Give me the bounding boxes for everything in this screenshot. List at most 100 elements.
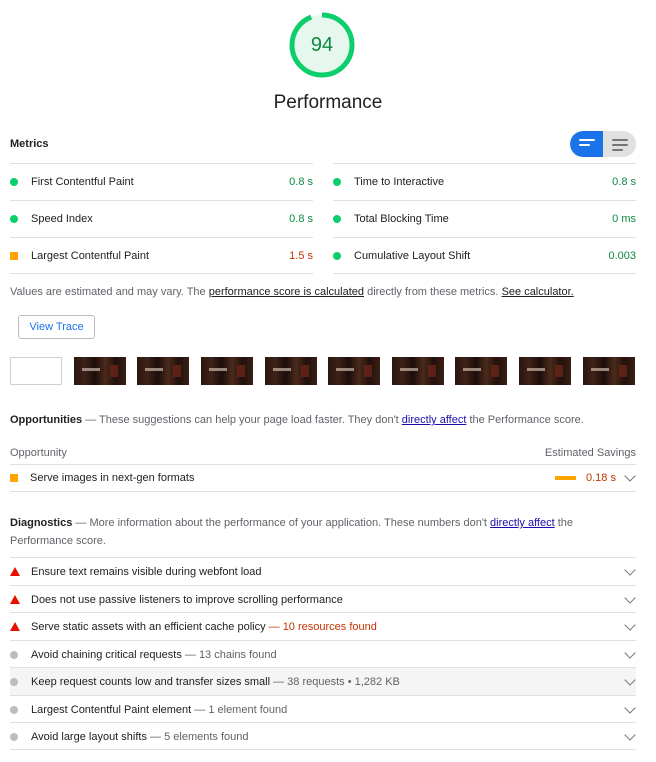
fail-triangle-icon xyxy=(10,594,20,604)
chevron-down-icon[interactable] xyxy=(624,674,636,686)
filmstrip-frame xyxy=(519,357,571,385)
chevron-down-icon[interactable] xyxy=(624,470,636,482)
metric-value: 0.8 s xyxy=(612,176,636,188)
diagnostic-row[interactable]: Largest Contentful Paint element — 1 ele… xyxy=(10,694,636,723)
fail-triangle-icon xyxy=(10,567,20,576)
performance-score: 94 xyxy=(310,34,334,56)
diagnostics-header: Diagnostics — More information about the… xyxy=(10,514,610,550)
chevron-down-icon[interactable] xyxy=(624,619,636,631)
info-circle-icon xyxy=(10,705,18,714)
diagnostics-title: Diagnostics xyxy=(10,517,73,529)
savings-value: 0.18 s xyxy=(586,472,616,484)
diagnostic-label: Keep request counts low and transfer siz… xyxy=(31,676,271,688)
chevron-down-icon[interactable] xyxy=(624,564,636,576)
metric-row: Largest Contentful Paint 1.5 s xyxy=(10,237,313,274)
diagnostic-detail: — 13 chains found xyxy=(181,648,277,661)
diagnostic-row[interactable]: Serve static assets with an efficient ca… xyxy=(10,612,636,640)
metric-value: 0.8 s xyxy=(289,213,313,225)
opportunity-column-header: Opportunity xyxy=(10,447,67,459)
diagnostics-description: — More information about the performance… xyxy=(72,517,491,529)
diagnostic-label: Avoid large layout shifts xyxy=(31,731,147,743)
info-circle-icon xyxy=(10,650,18,659)
diagnostic-row[interactable]: Avoid chaining critical requests — 13 ch… xyxy=(10,639,636,668)
diagnostic-text: Ensure text remains visible during webfo… xyxy=(31,566,262,578)
diagnostic-detail: — 10 resources found xyxy=(265,621,377,633)
metric-value: 0.003 xyxy=(608,250,636,262)
metric-value: 1.5 s xyxy=(289,250,313,262)
filmstrip-frame xyxy=(583,357,635,385)
filmstrip xyxy=(10,357,636,385)
diagnostic-text: Avoid chaining critical requests — 13 ch… xyxy=(31,649,277,661)
metric-row: First Contentful Paint 0.8 s xyxy=(10,163,313,200)
metric-row: Total Blocking Time 0 ms xyxy=(333,200,636,237)
chevron-down-icon[interactable] xyxy=(624,729,636,741)
performance-score-calculated-link[interactable]: performance score is calculated xyxy=(209,286,364,298)
metric-row: Time to Interactive 0.8 s xyxy=(333,163,636,200)
estimated-savings-column-header: Estimated Savings xyxy=(544,447,636,459)
filmstrip-frame xyxy=(328,357,380,385)
expanded-list-icon xyxy=(612,139,628,154)
filmstrip-frame xyxy=(265,357,317,385)
metric-row: Cumulative Layout Shift 0.003 xyxy=(333,237,636,274)
pass-circle-icon xyxy=(333,252,341,260)
chevron-down-icon[interactable] xyxy=(624,646,636,659)
metric-value: 0.8 s xyxy=(289,176,313,188)
directly-affect-link[interactable]: directly affect xyxy=(490,517,555,529)
opportunities-title: Opportunities xyxy=(10,414,83,426)
opportunity-row-next-gen-images[interactable]: Serve images in next-gen formats 0.18 s xyxy=(10,465,636,492)
diagnostic-text: Keep request counts low and transfer siz… xyxy=(31,676,400,688)
diagnostic-text: Avoid large layout shifts — 5 elements f… xyxy=(31,731,249,743)
diagnostic-text: Does not use passive listeners to improv… xyxy=(31,594,343,606)
diagnostic-label: Ensure text remains visible during webfo… xyxy=(31,566,262,578)
note-text: Values are estimated and may vary. The xyxy=(10,286,209,298)
metric-value: 0 ms xyxy=(612,213,636,225)
info-circle-icon xyxy=(10,678,18,686)
filmstrip-frame xyxy=(455,357,507,385)
diagnostic-text: Largest Contentful Paint element — 1 ele… xyxy=(31,704,287,716)
metric-label: Time to Interactive xyxy=(354,176,445,188)
metrics-header: Metrics xyxy=(10,130,636,158)
metrics-right-column: Time to Interactive 0.8 s Total Blocking… xyxy=(333,163,636,274)
metrics-left-column: First Contentful Paint 0.8 s Speed Index… xyxy=(10,163,313,274)
diagnostic-row[interactable]: Keep request counts low and transfer siz… xyxy=(10,667,636,695)
diagnostic-detail: — 38 requests • 1,282 KB xyxy=(270,676,400,688)
metric-label: Largest Contentful Paint xyxy=(31,250,150,262)
info-circle-icon xyxy=(10,733,18,741)
opportunities-description-suffix: the Performance score. xyxy=(466,414,584,426)
diagnostic-row[interactable]: Does not use passive listeners to improv… xyxy=(10,584,636,613)
diagnostic-detail: — 1 element found xyxy=(191,703,288,716)
metric-row: Speed Index 0.8 s xyxy=(10,200,313,237)
average-square-icon xyxy=(10,474,18,482)
diagnostic-label: Serve static assets with an efficient ca… xyxy=(31,621,266,633)
metric-label: Speed Index xyxy=(31,213,93,225)
diagnostic-text: Serve static assets with an efficient ca… xyxy=(31,621,377,633)
chevron-down-icon[interactable] xyxy=(624,701,636,714)
fail-triangle-icon xyxy=(10,622,20,631)
pass-circle-icon xyxy=(333,178,341,186)
opportunity-label: Serve images in next-gen formats xyxy=(30,472,195,484)
compact-list-icon xyxy=(579,139,595,149)
view-trace-button[interactable]: View Trace xyxy=(18,315,95,339)
opportunities-header: Opportunities — These suggestions can he… xyxy=(10,414,636,426)
metric-label: Total Blocking Time xyxy=(354,213,449,225)
note-text: directly from these metrics. xyxy=(364,286,502,298)
diagnostic-row[interactable]: Ensure text remains visible during webfo… xyxy=(10,557,636,585)
diagnostics-list: Ensure text remains visible during webfo… xyxy=(10,557,636,750)
filmstrip-frame xyxy=(392,357,444,385)
chevron-down-icon[interactable] xyxy=(624,591,636,604)
metric-label: Cumulative Layout Shift xyxy=(354,250,471,262)
filmstrip-frame xyxy=(74,357,126,385)
see-calculator-link[interactable]: See calculator. xyxy=(502,286,574,298)
directly-affect-link[interactable]: directly affect xyxy=(402,414,467,426)
diagnostic-label: Does not use passive listeners to improv… xyxy=(31,593,343,606)
pass-circle-icon xyxy=(10,215,18,223)
filmstrip-frame xyxy=(137,357,189,385)
opportunities-description: — These suggestions can help your page l… xyxy=(82,414,402,426)
filmstrip-frame xyxy=(10,357,62,385)
metrics-view-toggle[interactable] xyxy=(570,131,636,157)
compact-view-button[interactable] xyxy=(570,131,603,157)
opportunities-column-headers: Opportunity Estimated Savings xyxy=(10,443,636,465)
diagnostic-row[interactable]: Avoid large layout shifts — 5 elements f… xyxy=(10,722,636,750)
diagnostic-label: Avoid chaining critical requests xyxy=(31,648,182,661)
metrics-estimate-note: Values are estimated and may vary. The p… xyxy=(10,286,574,298)
